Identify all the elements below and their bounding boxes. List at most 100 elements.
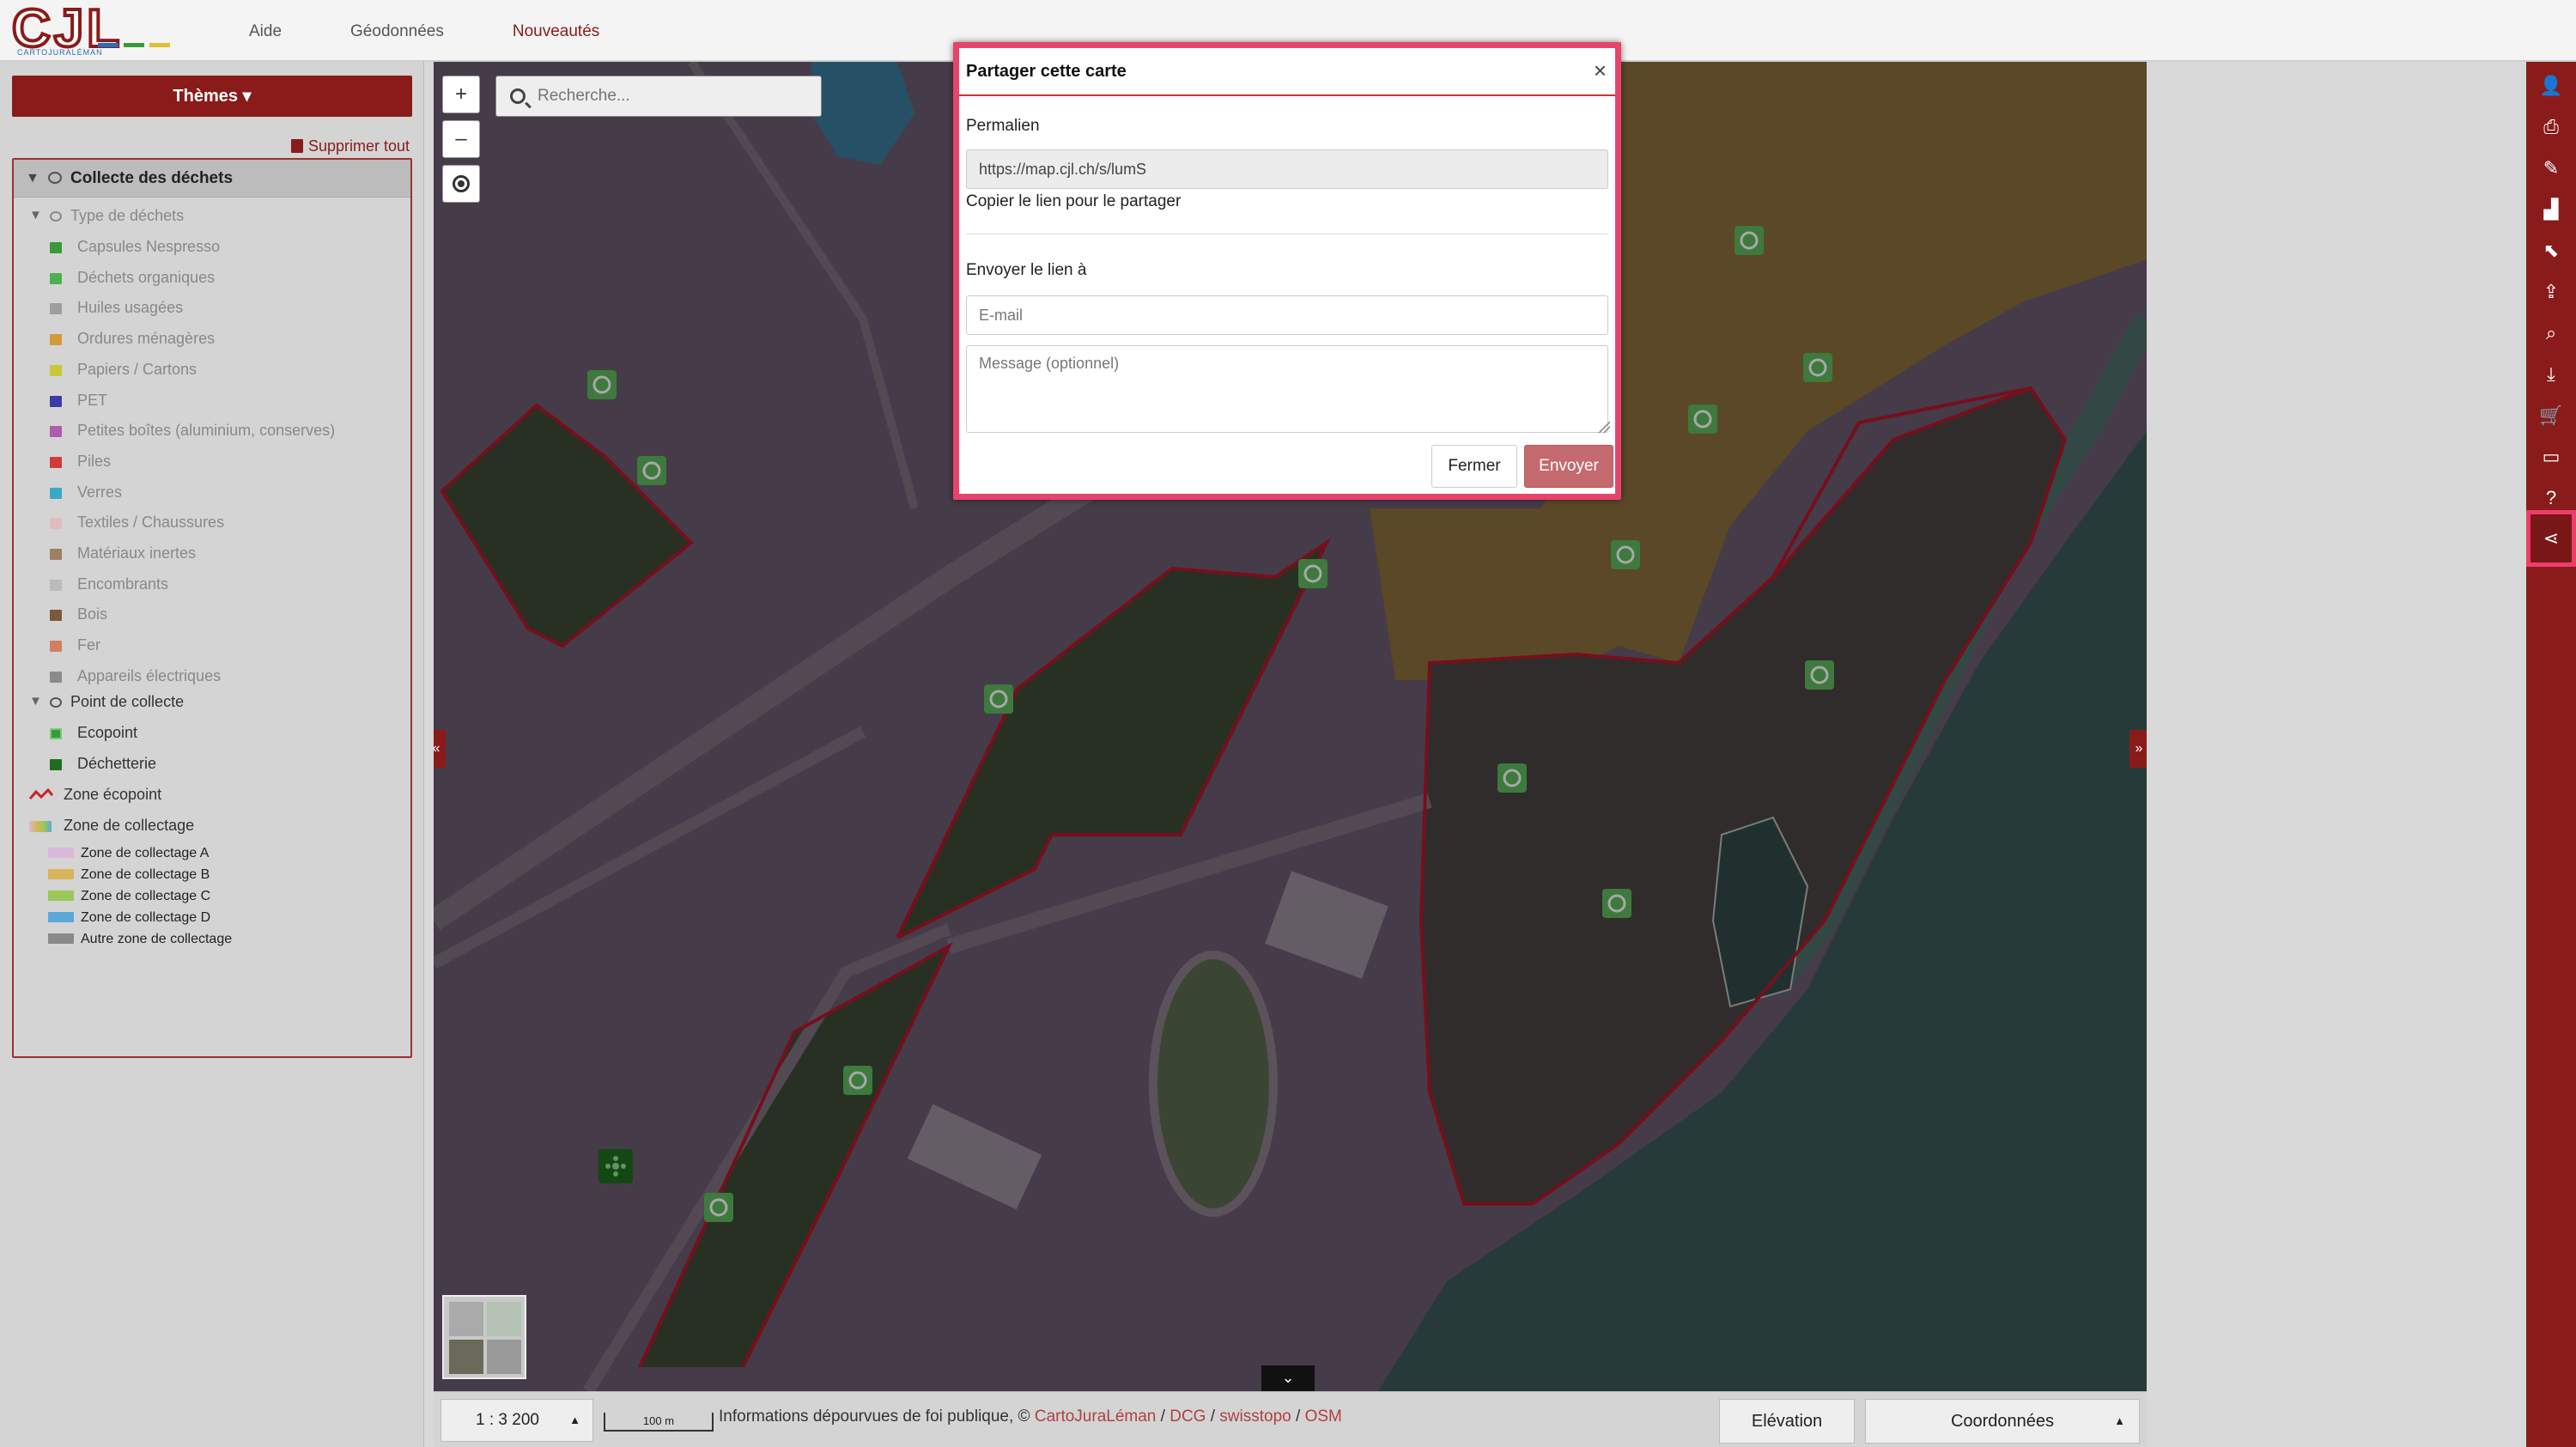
logo-dash-green [124,43,144,47]
search-box[interactable] [495,76,822,117]
layer-group-header[interactable]: ▼ Collecte des déchets [14,160,410,198]
scale-value: 1 : 3 200 [476,1411,539,1429]
color-swatch [50,334,62,346]
color-swatch [50,303,62,315]
attrib-link-cjl[interactable]: CartoJuraLéman [1035,1407,1157,1426]
chevron-down-icon[interactable]: ▼ [26,160,39,198]
search-input[interactable] [538,83,812,109]
share-icon[interactable]: ⋖ [2526,510,2576,567]
legend-label: Zone de collectage D [81,910,211,925]
profile-chart-icon[interactable]: ▟ [2526,189,2576,230]
select-info-icon[interactable]: ⬉ [2526,230,2576,271]
waste-type-label: Textiles / Chaussures [77,514,225,532]
collapse-left-button[interactable]: « [434,730,446,768]
scale-select[interactable]: 1 : 3 200 ▲ [440,1399,593,1442]
nav-aide[interactable]: Aide [249,22,282,41]
waste-type-label: Fer [77,636,100,654]
caret-up-icon: ▲ [2114,1414,2125,1427]
cart-icon[interactable]: 🛒 [2526,395,2576,436]
swatch [48,869,74,879]
close-button[interactable]: Fermer [1431,445,1517,488]
color-swatch [50,641,62,653]
waste-type-label: Ordures ménagères [77,330,216,348]
send-to-label: Envoyer le lien à [966,261,1087,279]
attrib-link-osm[interactable]: OSM [1305,1407,1342,1426]
basemap-switcher[interactable] [442,1295,526,1379]
attribution-text: Informations dépourvues de foi publique,… [719,1407,1035,1426]
color-swatch [50,456,62,468]
waste-type-label: Verres [77,483,123,501]
delete-all-button[interactable]: Supprimer tout [290,137,410,155]
swatch [48,912,74,922]
legend-label: Zone de collectage A [81,846,210,860]
cjl-logo[interactable]: CJL CARTOJURALÉMAN [10,0,184,58]
search-icon [510,88,526,104]
caret-up-icon: ▲ [569,1414,580,1426]
logo-dash-yellow [149,43,170,47]
resize-handle-icon[interactable] [1598,421,1610,433]
layer-label: Déchetterie [77,755,157,772]
waste-type-label: Encombrants [77,575,169,593]
legend-label: Autre zone de collectage [81,932,233,946]
permalink-label: Permalien [966,117,1040,135]
send-button[interactable]: Envoyer [1524,445,1613,488]
attrib-link-dcg[interactable]: DCG [1170,1407,1206,1426]
delete-all-label: Supprimer tout [307,137,410,155]
chevron-down-icon[interactable]: ▼ [29,203,42,228]
themes-button[interactable]: Thèmes ▾ [12,76,412,117]
coordinates-select[interactable]: Coordonnées ▲ [1865,1399,2140,1444]
close-icon[interactable]: × [1594,58,1607,82]
zoom-out-button[interactable]: – [442,120,480,158]
layers-icon [50,697,62,708]
color-swatch [50,549,62,560]
import-icon[interactable]: ⇪ [2526,271,2576,313]
download-icon[interactable]: ⤓ [2526,354,2576,395]
locate-button[interactable] [442,165,480,203]
expand-down-button[interactable]: ⌄ [1261,1365,1315,1391]
draw-icon[interactable]: ✎ [2526,148,2576,189]
dialog-title: Partager cette carte [966,62,1127,81]
waste-type-label: Bois [77,605,108,623]
collapse-right-button[interactable]: » [2129,730,2147,768]
legend-item: Zone de collectage D [48,908,210,928]
ecopoint-icon [50,728,62,739]
attrib-link-swisstopo[interactable]: swisstopo [1219,1407,1291,1426]
color-swatch [50,426,62,438]
nav-nouveautes[interactable]: Nouveautés [513,22,599,41]
color-swatch [50,610,62,622]
permalink-field[interactable]: https://map.cjl.ch/s/lumS [966,149,1608,189]
message-field[interactable] [966,345,1608,433]
layers-icon [50,211,62,222]
waste-type-label: Papiers / Cartons [77,360,197,378]
chevron-down-icon[interactable]: ▼ [29,689,42,714]
user-icon[interactable]: 👤 [2526,65,2576,106]
zoom-search-icon[interactable]: ⌕ [2526,313,2576,354]
card-icon[interactable]: ▭ [2526,436,2576,477]
basemap-thumb [449,1302,483,1336]
sublayer-label: Point de collecte [70,693,185,710]
right-toolbar: 👤 ⎙ ✎ ▟ ⬉ ⇪ ⌕ ⤓ 🛒 ▭ ? ⋖ [2526,62,2576,1447]
zone-line-icon [29,788,53,799]
waste-type-label: Appareils électriques [77,666,222,684]
sublayer-label: Type de déchets [70,207,185,224]
legend-item: Zone de collectage A [48,843,209,864]
layer-label: Zone écopoint [64,786,162,803]
zoom-in-button[interactable]: + [442,76,480,113]
email-field[interactable] [966,295,1608,335]
share-dialog: Partager cette carte × Permalien https:/… [953,42,1621,500]
elevation-button[interactable]: Elévation [1719,1399,1855,1444]
target-icon [453,175,470,192]
print-icon[interactable]: ⎙ [2526,106,2576,148]
color-swatch [50,272,62,284]
attribution: Informations dépourvues de foi publique,… [719,1407,1342,1426]
basemap-thumb [487,1302,521,1336]
logo-text: CJL [10,0,124,58]
zone-polygon-icon [29,821,52,832]
waste-type-label: Huiles usagées [77,299,184,317]
basemap-thumb [449,1340,483,1374]
logo-dash-blue [98,43,118,47]
nav-geodonnees[interactable]: Géodonnées [350,22,444,41]
legend-item: Zone de collectage B [48,865,210,885]
waste-type-label: Déchets organiques [77,268,216,286]
color-swatch [50,579,62,591]
